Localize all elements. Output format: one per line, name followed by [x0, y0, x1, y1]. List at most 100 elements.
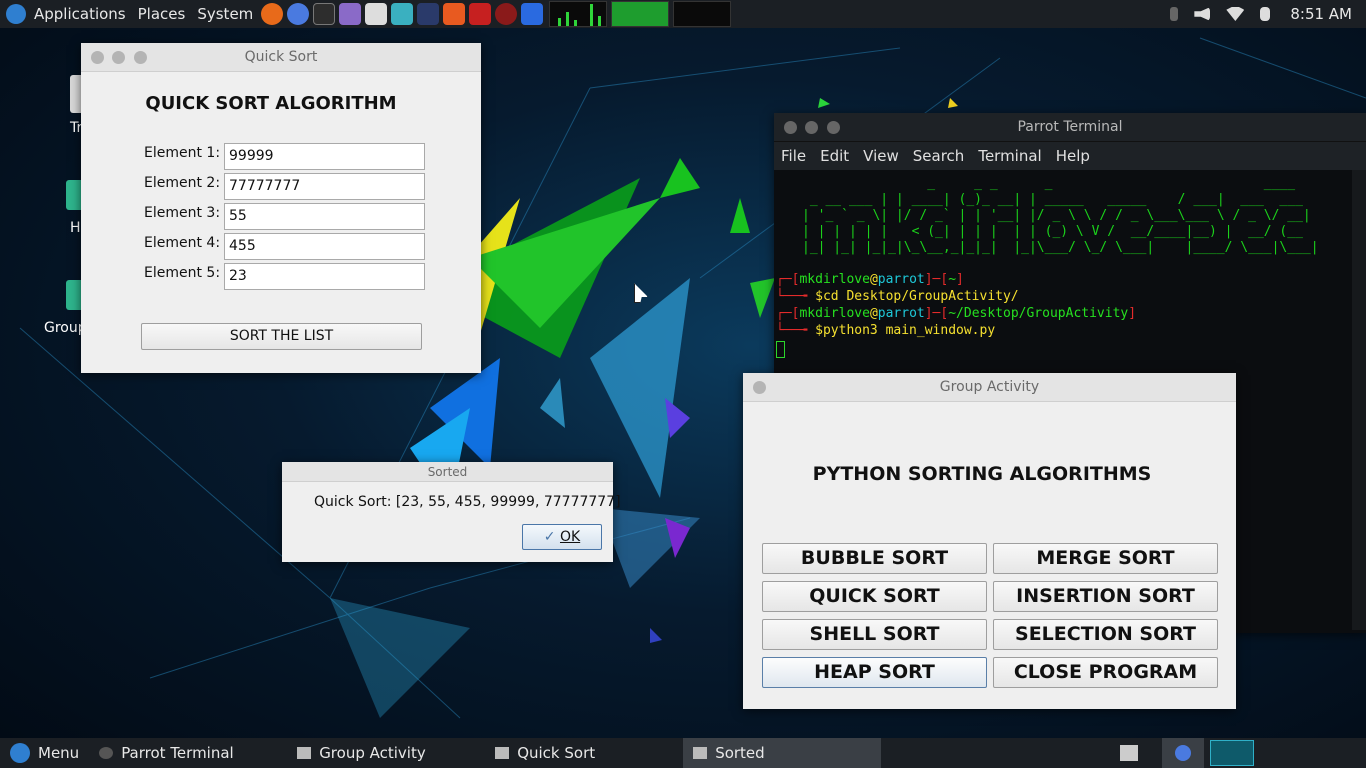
check-icon: ✓ — [543, 529, 560, 545]
task-label: Group Activity — [319, 744, 426, 762]
faraday-icon[interactable] — [469, 3, 492, 25]
window-icon — [297, 747, 312, 759]
top-panel: Applications Places System 8:51 AM — [0, 0, 1366, 28]
bluetooth-icon[interactable] — [1170, 7, 1179, 21]
insertion-sort-button[interactable]: INSERTION SORT — [993, 581, 1218, 612]
menu-search[interactable]: Search — [906, 147, 972, 165]
element-3-label: Element 3: — [144, 205, 221, 221]
terminal-icon[interactable] — [313, 3, 336, 25]
task-quick-sort[interactable]: Quick Sort — [485, 738, 683, 768]
group-activity-heading: PYTHON SORTING ALGORITHMS — [812, 463, 1152, 485]
element-4-input[interactable]: 455 — [224, 233, 425, 260]
menu-label: Menu — [38, 744, 80, 762]
ok-button[interactable]: ✓ OK — [522, 524, 602, 550]
anonymous-mask-icon[interactable] — [365, 3, 388, 25]
task-group-activity[interactable]: Group Activity — [287, 738, 485, 768]
menu-terminal[interactable]: Terminal — [971, 147, 1048, 165]
window-icon — [495, 747, 510, 759]
element-1-label: Element 1: — [144, 145, 221, 161]
text-editor-icon[interactable] — [339, 3, 362, 25]
minimize-button[interactable] — [112, 51, 125, 64]
task-sorted[interactable]: Sorted — [683, 738, 882, 768]
places-menu[interactable]: Places — [132, 0, 192, 28]
parrot-logo-icon — [10, 743, 30, 763]
desktop-icon-label: H — [70, 220, 81, 236]
element-3-input[interactable]: 55 — [224, 203, 425, 230]
group-activity-window: Group Activity PYTHON SORTING ALGORITHMS… — [743, 373, 1236, 709]
element-4-label: Element 4: — [144, 235, 221, 251]
chromium-icon[interactable] — [287, 3, 310, 25]
maltego-icon[interactable] — [521, 3, 544, 25]
armitage-icon[interactable] — [495, 3, 518, 25]
battery-icon[interactable] — [1260, 7, 1271, 21]
window-title: Sorted — [427, 465, 468, 479]
menu-help[interactable]: Help — [1049, 147, 1097, 165]
prompt-dir: ~ — [948, 272, 957, 287]
prompt-dir: ~/Desktop/GroupActivity — [948, 306, 1129, 321]
heap-sort-button[interactable]: HEAP SORT — [762, 657, 987, 688]
burpsuite-icon[interactable] — [443, 3, 466, 25]
wifi-icon[interactable] — [1226, 7, 1245, 21]
window-title: Parrot Terminal — [1017, 119, 1123, 135]
hacker-tool-icon[interactable] — [391, 3, 414, 25]
parrot-logo-icon[interactable] — [6, 4, 26, 24]
close-program-button[interactable]: CLOSE PROGRAM — [993, 657, 1218, 688]
cpu-monitor — [549, 1, 608, 27]
prompt-user: mkdirlove — [799, 272, 870, 287]
task-label: Quick Sort — [517, 744, 596, 762]
window-title: Quick Sort — [244, 49, 318, 65]
menu-view[interactable]: View — [856, 147, 906, 165]
firefox-icon[interactable] — [261, 3, 284, 25]
quick-sort-titlebar[interactable]: Quick Sort — [81, 43, 481, 72]
element-2-input[interactable]: 77777777 — [224, 173, 425, 200]
quick-sort-heading: QUICK SORT ALGORITHM — [145, 93, 397, 114]
terminal-cursor — [776, 341, 785, 358]
menu-button[interactable]: Menu — [0, 738, 89, 768]
sort-the-list-button[interactable]: SORT THE LIST — [141, 323, 422, 350]
menu-edit[interactable]: Edit — [813, 147, 856, 165]
maximize-button[interactable] — [827, 121, 840, 134]
prompt-at: @ — [869, 272, 878, 287]
system-menu[interactable]: System — [191, 0, 259, 28]
element-1-input[interactable]: 99999 — [224, 143, 425, 170]
prompt-at: @ — [869, 306, 878, 321]
close-button[interactable] — [91, 51, 104, 64]
task-label: Sorted — [715, 744, 765, 762]
element-5-input[interactable]: 23 — [224, 263, 425, 290]
bubble-sort-button[interactable]: BUBBLE SORT — [762, 543, 987, 574]
sorted-dialog: Sorted Quick Sort: [23, 55, 455, 99999, … — [282, 462, 621, 562]
terminal-icon — [99, 747, 114, 759]
minimize-button[interactable] — [805, 121, 818, 134]
applications-menu[interactable]: Applications — [28, 0, 132, 28]
clock[interactable]: 8:51 AM — [1284, 0, 1358, 28]
maximize-button[interactable] — [134, 51, 147, 64]
chromium-icon — [1175, 745, 1191, 761]
prompt-user: mkdirlove — [799, 306, 870, 321]
quick-sort-button[interactable]: QUICK SORT — [762, 581, 987, 612]
volume-icon[interactable] — [1194, 7, 1211, 21]
close-button[interactable] — [784, 121, 797, 134]
window-title: Group Activity — [939, 379, 1040, 395]
task-label: Parrot Terminal — [121, 744, 234, 762]
group-activity-titlebar[interactable]: Group Activity — [743, 373, 1236, 402]
sorted-message: Quick Sort: [23, 55, 455, 99999, 7777777… — [314, 494, 621, 510]
prompt-host: parrot — [877, 272, 925, 287]
terminal-scrollbar[interactable] — [1352, 170, 1366, 630]
command-line: $cd Desktop/GroupActivity/ — [815, 289, 1019, 304]
memory-monitor — [611, 1, 670, 27]
sorted-titlebar[interactable]: Sorted — [282, 462, 613, 482]
wireshark-icon[interactable] — [417, 3, 440, 25]
terminal-titlebar[interactable]: Parrot Terminal — [774, 113, 1366, 142]
shell-sort-button[interactable]: SHELL SORT — [762, 619, 987, 650]
merge-sort-button[interactable]: MERGE SORT — [993, 543, 1218, 574]
terminal-menubar: File Edit View Search Terminal Help — [774, 142, 1366, 170]
element-5-label: Element 5: — [144, 265, 221, 281]
menu-file[interactable]: File — [774, 147, 813, 165]
file-manager-icon[interactable] — [1120, 745, 1138, 761]
close-button[interactable] — [753, 381, 766, 394]
quick-sort-window: Quick Sort QUICK SORT ALGORITHM Element … — [81, 43, 481, 373]
workspace-switcher[interactable] — [1210, 740, 1254, 766]
workspace-1[interactable] — [1162, 738, 1204, 768]
selection-sort-button[interactable]: SELECTION SORT — [993, 619, 1218, 650]
task-parrot-terminal[interactable]: Parrot Terminal — [89, 738, 287, 768]
